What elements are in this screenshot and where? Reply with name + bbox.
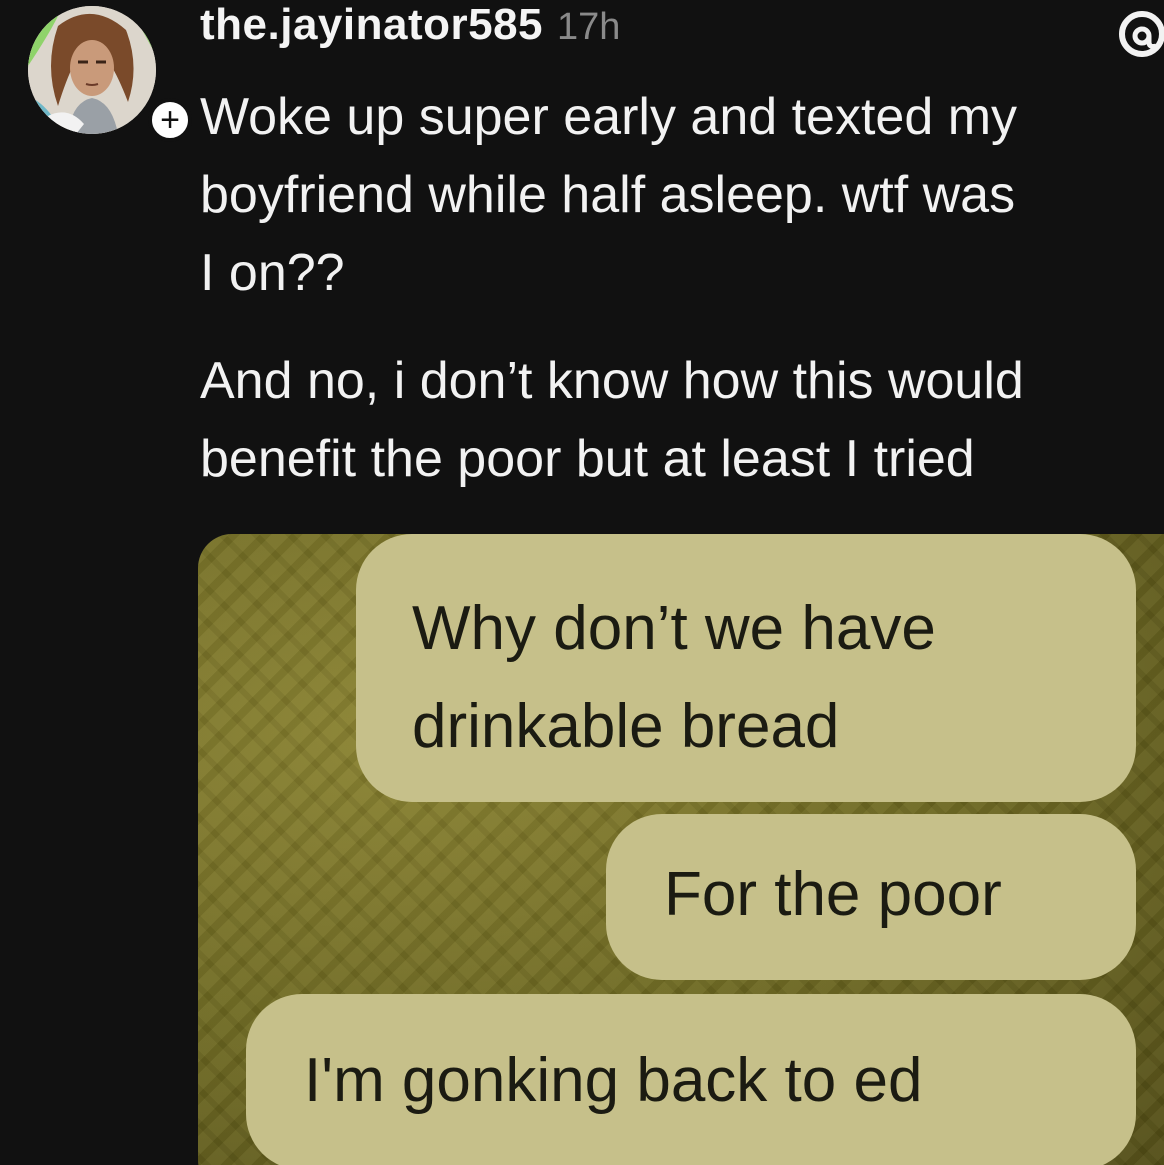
attached-image[interactable]: Why don’t we have drinkable bread For th… — [198, 534, 1164, 1165]
post-body: Woke up super early and texted my boyfri… — [200, 78, 1164, 498]
avatar[interactable] — [28, 6, 156, 134]
avatar-container[interactable]: + — [28, 6, 192, 142]
message-line: Why don’t we have — [412, 594, 936, 663]
message-line: drinkable bread — [412, 692, 840, 761]
thread-post: + the.jayinator585 17h Woke up super ear… — [0, 0, 1164, 1165]
post-paragraph: And no, i don’t know how this would bene… — [200, 342, 1164, 498]
message-line: For the poor — [664, 860, 1002, 929]
threads-icon[interactable] — [1112, 6, 1164, 58]
message-line: I'm gonking back to ed — [304, 1046, 923, 1115]
avatar-illustration — [28, 6, 156, 134]
username[interactable]: the.jayinator585 — [200, 0, 543, 50]
message-bubble: For the poor — [606, 814, 1136, 980]
post-text-line: benefit the poor but at least I tried — [200, 430, 975, 488]
follow-button[interactable]: + — [148, 98, 192, 142]
post-text-line: Woke up super early and texted my — [200, 88, 1018, 146]
post-paragraph: Woke up super early and texted my boyfri… — [200, 78, 1164, 312]
post-text-line: And no, i don’t know how this would — [200, 352, 1024, 410]
message-bubble: I'm gonking back to ed — [246, 994, 1136, 1165]
post-header: the.jayinator585 17h — [200, 0, 620, 56]
post-text-line: boyfriend while half asleep. wtf was — [200, 166, 1016, 224]
plus-icon: + — [160, 101, 180, 139]
message-bubble: Why don’t we have drinkable bread — [356, 534, 1136, 802]
post-text-line: I on?? — [200, 244, 345, 302]
post-timestamp: 17h — [557, 6, 621, 48]
